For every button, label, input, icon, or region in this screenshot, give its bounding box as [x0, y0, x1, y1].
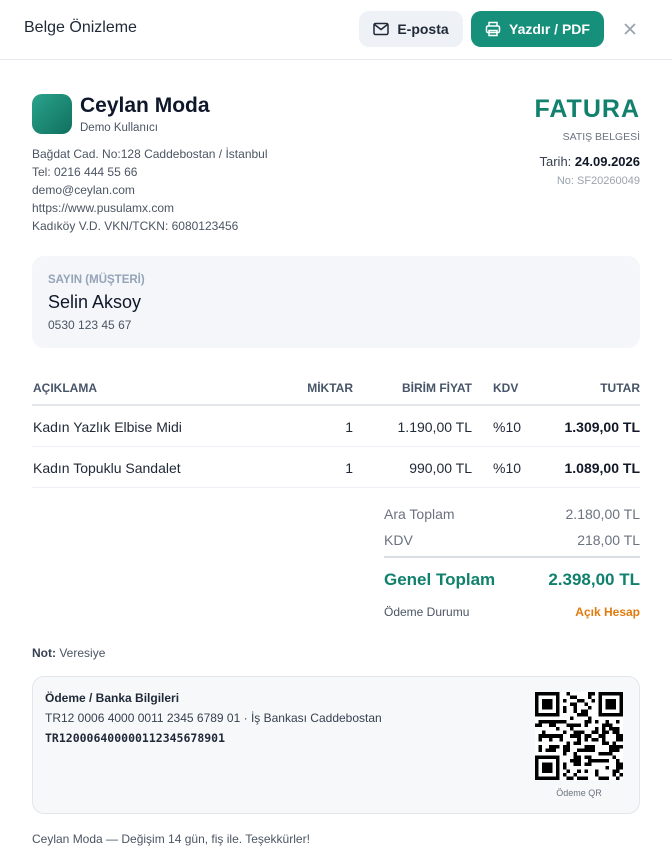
- close-icon[interactable]: [620, 19, 640, 39]
- header-vat: KDV: [493, 381, 519, 395]
- item-quantity: 1: [345, 460, 353, 476]
- subtotal-label: Ara Toplam: [384, 506, 455, 522]
- invoice-subtitle: SATIŞ BELGESİ: [562, 131, 640, 143]
- email-button[interactable]: E-posta: [359, 11, 463, 47]
- preview-title: Belge Önizleme: [24, 19, 137, 36]
- envelope-icon: [373, 22, 390, 36]
- email-button-label: E-posta: [397, 21, 449, 37]
- item-vat: %10: [493, 419, 522, 435]
- invoice-date: Tarih: 24.09.2026: [540, 154, 641, 169]
- note-label: Not:: [32, 646, 56, 660]
- payment-status-label: Ödeme Durumu: [384, 605, 470, 619]
- vat-value: 218,00 TL: [577, 532, 640, 548]
- invoice-note: Not: Veresiye: [32, 646, 105, 660]
- item-total: 1.089,00 TL: [564, 460, 641, 476]
- header-quantity: MİKTAR: [307, 381, 353, 395]
- vat-label: KDV: [384, 532, 413, 548]
- company-website: https://www.pusulamx.com: [32, 201, 175, 215]
- item-description: Kadın Yazlık Elbise Midi: [33, 419, 182, 435]
- company-email: demo@ceylan.com: [32, 183, 135, 197]
- company-logo: [32, 94, 72, 134]
- payment-qr-code: [535, 692, 623, 780]
- item-unit-price: 990,00 TL: [409, 460, 472, 476]
- totals-divider: [384, 556, 640, 558]
- company-address: Bağdat Cad. No:128 Caddebostan / İstanbu…: [32, 147, 268, 161]
- bank-iban: TR120006400000112345678901: [45, 731, 226, 745]
- payment-status-badge: Açık Hesap: [575, 605, 640, 619]
- company-name: Ceylan Moda: [80, 94, 210, 117]
- item-quantity: 1: [345, 419, 353, 435]
- item-description: Kadın Topuklu Sandalet: [33, 460, 181, 476]
- printer-icon: [485, 21, 501, 37]
- bank-info-card: Ödeme / Banka Bilgileri TR12 0006 4000 0…: [32, 676, 640, 814]
- customer-card: SAYIN (MÜŞTERİ) Selin Aksoy 0530 123 45 …: [32, 256, 640, 348]
- grand-total-value: 2.398,00 TL: [548, 570, 640, 589]
- customer-name: Selin Aksoy: [48, 292, 142, 312]
- table-row: Kadın Topuklu Sandalet 1 990,00 TL %10 1…: [32, 447, 640, 488]
- invoice-date-value: 24.09.2026: [574, 154, 640, 169]
- header-description: AÇIKLAMA: [33, 381, 97, 395]
- print-pdf-button[interactable]: Yazdır / PDF: [471, 11, 604, 47]
- payment-qr-label: Ödeme QR: [556, 788, 602, 798]
- invoice-date-label: Tarih:: [539, 154, 572, 169]
- company-phone: Tel: 0216 444 55 66: [32, 165, 138, 179]
- invoice-title: FATURA: [534, 95, 640, 123]
- items-table-header: AÇIKLAMA MİKTAR BİRİM FİYAT KDV TUTAR: [32, 372, 640, 406]
- item-vat: %10: [493, 460, 522, 476]
- subtotal-value: 2.180,00 TL: [565, 506, 640, 522]
- company-tax: Kadıköy V.D. VKN/TCKN: 6080123456: [32, 219, 239, 233]
- print-button-label: Yazdır / PDF: [509, 21, 590, 37]
- company-details: Bağdat Cad. No:128 Caddebostan / İstanbu…: [32, 145, 268, 235]
- footer-text: Ceylan Moda — Değişim 14 gün, fiş ile. T…: [32, 832, 310, 846]
- bank-info-title: Ödeme / Banka Bilgileri: [45, 691, 180, 705]
- grand-total-label: Genel Toplam: [384, 570, 496, 589]
- customer-label: SAYIN (MÜŞTERİ): [48, 274, 145, 286]
- customer-phone: 0530 123 45 67: [48, 318, 132, 332]
- table-row: Kadın Yazlık Elbise Midi 1 1.190,00 TL %…: [32, 406, 640, 447]
- company-user: Demo Kullanıcı: [80, 122, 158, 134]
- preview-header: Belge Önizleme E-posta Yazdır / PDF: [0, 0, 672, 60]
- invoice-number: No: SF20260049: [556, 175, 640, 187]
- item-total: 1.309,00 TL: [564, 419, 641, 435]
- note-text: Veresiye: [59, 646, 106, 660]
- item-unit-price: 1.190,00 TL: [397, 419, 472, 435]
- bank-account-line: TR12 0006 4000 0011 2345 6789 01 · İş Ba…: [45, 711, 382, 725]
- header-unit-price: BİRİM FİYAT: [401, 381, 472, 395]
- header-total: TUTAR: [600, 381, 640, 395]
